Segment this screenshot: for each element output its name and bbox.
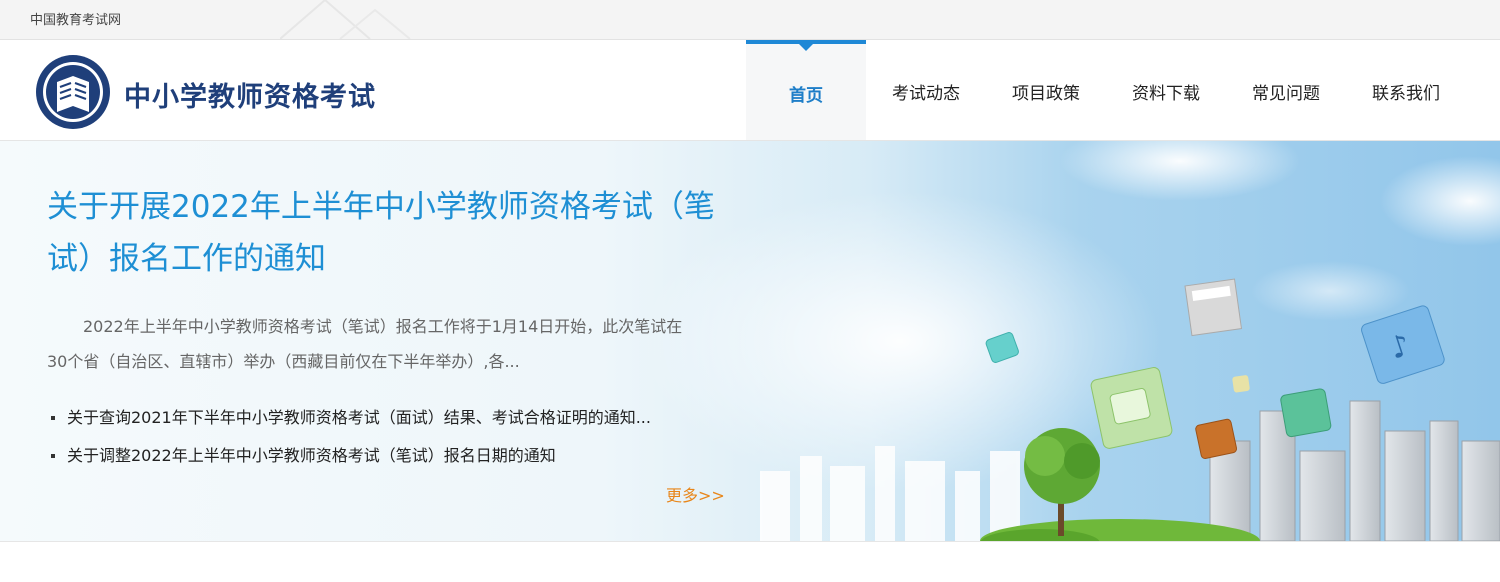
- header: 中小学教师资格考试 首页 考试动态 项目政策 资料下载 常见问题 联系我们: [0, 40, 1500, 141]
- active-caret-icon: [799, 44, 813, 51]
- nav-home[interactable]: 首页: [746, 40, 866, 140]
- nav-label: 考试动态: [892, 84, 960, 104]
- nav-faq[interactable]: 常见问题: [1226, 40, 1346, 140]
- hero-banner: ♪ 关于开展2022年上半年中小学教师资格考试（笔试）报名工作的通知 2022年…: [0, 141, 1500, 541]
- nav-label: 常见问题: [1252, 84, 1320, 104]
- bullet-icon: [51, 416, 55, 420]
- news-item-text: 关于调整2022年上半年中小学教师资格考试（笔试）报名日期的通知: [67, 446, 556, 465]
- nav-contact[interactable]: 联系我们: [1346, 40, 1466, 140]
- news-list: 关于查询2021年下半年中小学教师资格考试（面试）结果、考试合格证明的通知...…: [47, 399, 737, 475]
- news-item-link[interactable]: 关于查询2021年下半年中小学教师资格考试（面试）结果、考试合格证明的通知...: [47, 399, 737, 437]
- featured-headline-link[interactable]: 关于开展2022年上半年中小学教师资格考试（笔试）报名工作的通知: [47, 181, 737, 285]
- featured-news: 关于开展2022年上半年中小学教师资格考试（笔试）报名工作的通知 2022年上半…: [47, 181, 737, 491]
- top-bar: 中国教育考试网: [0, 0, 1500, 40]
- bullet-icon: [51, 454, 55, 458]
- news-item-text: 关于查询2021年下半年中小学教师资格考试（面试）结果、考试合格证明的通知...: [67, 408, 651, 427]
- site-home-link[interactable]: 中国教育考试网: [30, 9, 121, 28]
- nav-label: 资料下载: [1132, 84, 1200, 104]
- nav-downloads[interactable]: 资料下载: [1106, 40, 1226, 140]
- mountain-decoration: [280, 0, 411, 39]
- nav-label: 联系我们: [1372, 84, 1440, 104]
- main-nav: 首页 考试动态 项目政策 资料下载 常见问题 联系我们: [746, 40, 1466, 140]
- more-news-link[interactable]: 更多>>: [666, 482, 725, 506]
- nav-label: 首页: [789, 86, 823, 106]
- nav-exam-news[interactable]: 考试动态: [866, 40, 986, 140]
- divider: [0, 541, 1500, 542]
- featured-summary: 2022年上半年中小学教师资格考试（笔试）报名工作将于1月14日开始，此次笔试在…: [47, 317, 683, 371]
- news-item-link[interactable]: 关于调整2022年上半年中小学教师资格考试（笔试）报名日期的通知: [47, 437, 737, 475]
- exam-emblem-icon[interactable]: [35, 54, 111, 130]
- nav-policy[interactable]: 项目政策: [986, 40, 1106, 140]
- nav-label: 项目政策: [1012, 84, 1080, 104]
- site-title: 中小学教师资格考试: [124, 82, 376, 113]
